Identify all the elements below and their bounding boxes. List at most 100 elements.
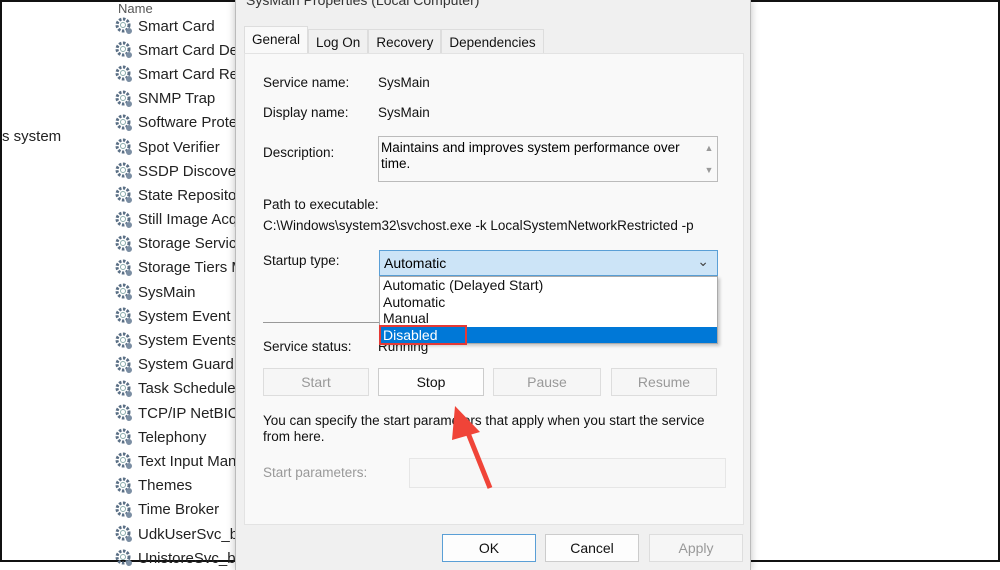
gear-icon [115,283,132,301]
service-name: Smart Card Removal Policy [138,65,238,83]
gear-icon [115,162,132,180]
service-list-item[interactable]: System Guard Runtime Monitor Broker [114,353,238,377]
service-list-item[interactable]: Spot Verifier [114,135,238,159]
service-name: UdkUserSvc_b3 [138,525,238,543]
pause-button[interactable]: Pause [493,368,601,396]
start-button[interactable]: Start [263,368,369,396]
service-name: Smart Card [138,17,215,35]
service-list-item[interactable]: System Event Notification Service [114,304,238,328]
cancel-button[interactable]: Cancel [545,534,639,562]
service-name: Time Broker [138,501,220,519]
gear-icon [115,235,132,252]
service-list-item[interactable]: SSDP Discovery [114,159,238,183]
startup-type-label: Startup type: [263,253,340,268]
service-name: SysMain [138,283,196,301]
service-list-item[interactable]: Storage Tiers Management [114,256,238,280]
service-list-item[interactable]: Software Protection [114,111,238,135]
apply-button[interactable]: Apply [649,534,743,562]
gear-icon [115,307,132,325]
service-status-label: Service status: [263,339,352,354]
dialog-title: SysMain Properties (Local Computer) [246,0,480,8]
service-name: Storage Service [138,235,238,253]
display-name-label: Display name: [263,105,349,120]
startup-type-select[interactable]: Automatic ⌄ [379,250,718,276]
service-list-item[interactable]: Still Image Acquisition Events [114,208,238,232]
service-list-item[interactable]: Text Input Management Service [114,449,238,473]
service-name: Telephony [138,428,207,446]
service-list-item[interactable]: Storage Service [114,232,238,256]
gear-icon [115,65,132,83]
service-name-value: SysMain [378,75,430,90]
option-automatic[interactable]: Automatic [380,294,717,311]
service-list-item[interactable]: Telephony [114,425,238,449]
gear-icon [115,114,132,131]
service-list-item[interactable]: System Events Broker [114,328,238,352]
service-name: Storage Tiers Management [138,259,238,277]
divider [263,322,383,323]
option-automatic-delayed[interactable]: Automatic (Delayed Start) [380,277,717,294]
chevron-down-icon: ⌄ [697,253,709,269]
stop-button[interactable]: Stop [378,368,484,396]
gear-icon [115,186,132,204]
gear-icon [115,477,132,494]
red-arrow-annotation [452,406,493,489]
gear-icon [115,404,132,422]
description-label: Description: [263,145,335,160]
gear-icon [115,90,132,107]
service-name-label: Service name: [263,75,350,90]
description-scrollbar[interactable]: ▲ ▼ [701,137,717,181]
service-list-item[interactable]: Smart Card Removal Policy [114,62,238,86]
service-name: Still Image Acquisition Events [138,211,238,229]
tab-dependencies[interactable]: Dependencies [441,29,544,55]
service-list-item[interactable]: SNMP Trap [114,87,238,111]
ok-button[interactable]: OK [442,534,536,562]
service-list-item[interactable]: UdkUserSvc_b3 [114,522,238,546]
gear-icon [115,428,132,446]
service-list-item[interactable]: Smart Card [114,14,238,38]
startup-type-dropdown: Automatic (Delayed Start) Automatic Manu… [379,276,718,345]
service-name: SNMP Trap [138,90,216,108]
background-text: s system [2,128,62,145]
display-name-value: SysMain [378,105,430,120]
start-params-label: Start parameters: [263,465,368,480]
service-list-item[interactable]: State Repository Service [114,183,238,207]
service-name: State Repository Service [138,186,238,204]
service-list-item[interactable]: Smart Card Device Enumeration Service [114,38,238,62]
option-disabled[interactable]: Disabled [379,324,717,345]
service-list-item[interactable]: Time Broker [114,498,238,522]
startup-type-value: Automatic [384,255,447,271]
gear-icon [115,549,132,567]
gear-icon [115,452,132,470]
gear-icon [115,41,132,59]
service-name: Software Protection [138,114,238,132]
service-name: Themes [138,477,193,495]
service-name: System Guard Runtime Monitor Broker [138,356,238,374]
service-name: Smart Card Device Enumeration Service [138,41,238,59]
gear-icon [115,259,132,276]
gear-icon [115,332,132,349]
tab-recovery[interactable]: Recovery [368,29,442,55]
gear-icon [115,211,132,228]
tab-log-on[interactable]: Log On [308,29,369,55]
service-name: UnistoreSvc_b3 [138,549,238,567]
gear-icon [115,525,132,543]
service-list-item[interactable]: Task Scheduler [114,377,238,401]
tab-general[interactable]: General [244,26,309,55]
gear-icon [115,356,132,373]
resume-button[interactable]: Resume [611,368,717,396]
service-list-item[interactable]: SysMain [114,280,238,304]
service-name: System Events Broker [138,332,238,350]
description-box[interactable]: Maintains and improves system performanc… [378,136,718,182]
service-name: SSDP Discovery [138,162,238,180]
column-header[interactable]: Name [118,2,153,15]
service-name: TCP/IP NetBIOS Helper [138,404,238,422]
gear-icon [115,17,132,35]
service-list-item[interactable]: UnistoreSvc_b3 [114,546,238,570]
service-list-item[interactable]: Themes [114,474,238,498]
service-list-item[interactable]: TCP/IP NetBIOS Helper [114,401,238,425]
gear-icon [115,501,132,518]
highlight-box [379,324,467,345]
path-value: C:\Windows\system32\svchost.exe -k Local… [263,218,694,233]
service-name: Task Scheduler [138,380,238,398]
gear-icon [115,138,132,156]
